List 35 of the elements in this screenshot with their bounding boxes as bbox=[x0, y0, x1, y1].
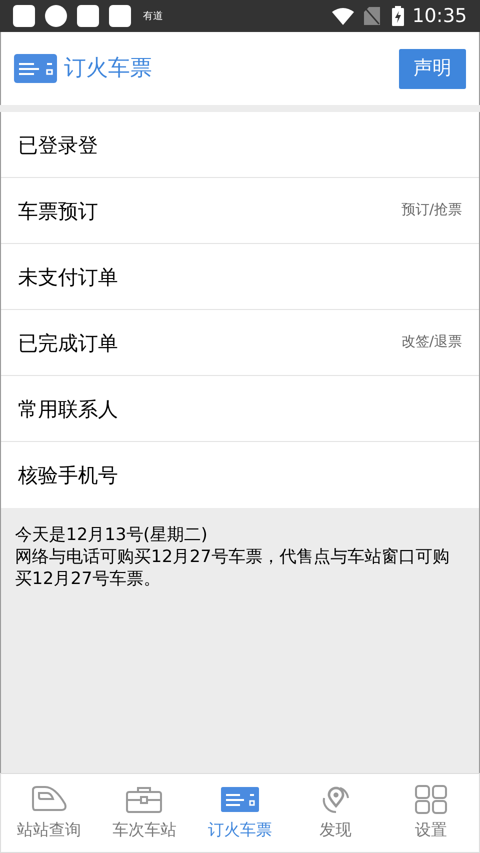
menu-item[interactable]: 车票预订 预订/抢票 bbox=[1, 178, 479, 244]
menu-item[interactable]: 已登录登 bbox=[1, 112, 479, 178]
date-notice: 今天是12月13号(星期二) bbox=[15, 524, 209, 546]
menu-item[interactable]: 已完成订单 改签/退票 bbox=[1, 310, 479, 376]
menu-label: 常用联系人 bbox=[18, 396, 119, 422]
wifi-icon bbox=[332, 8, 354, 24]
nav-tab[interactable]: 订火车票 bbox=[192, 774, 288, 852]
menu-label: 未支付订单 bbox=[18, 264, 119, 290]
ticket-icon bbox=[220, 784, 260, 814]
menu-hint: 预订/抢票 bbox=[401, 201, 462, 220]
notification-icon bbox=[77, 5, 99, 27]
ticket-icon bbox=[14, 54, 57, 83]
menu-label: 核验手机号 bbox=[18, 462, 119, 489]
sale-notice: 网络与电话可购买12月27号车票，代售点与车站窗口可购买12月27号车票。 bbox=[15, 546, 450, 590]
menu-label: 已完成订单 bbox=[18, 330, 119, 356]
notification-icon bbox=[45, 5, 67, 27]
nav-tab[interactable]: 发现 bbox=[288, 774, 384, 852]
menu-item[interactable]: 未支付订单 bbox=[1, 244, 479, 310]
no-signal-icon bbox=[364, 7, 380, 25]
battery-charging-icon bbox=[392, 6, 404, 26]
menu-label: 已登录登 bbox=[18, 132, 99, 158]
clock: 10:35 bbox=[412, 4, 467, 29]
briefcase-icon bbox=[124, 784, 164, 814]
menu-item[interactable]: 核验手机号 bbox=[1, 442, 479, 508]
nav-tab[interactable]: 站站查询 bbox=[1, 774, 97, 852]
notification-icon bbox=[13, 5, 35, 27]
nav-tab[interactable]: 设置 bbox=[383, 774, 479, 852]
menu-hint: 改签/退票 bbox=[401, 333, 462, 352]
menu-item[interactable]: 常用联系人 bbox=[1, 376, 479, 442]
notification-icon bbox=[109, 5, 131, 27]
page-title: 订火车票 bbox=[64, 55, 152, 83]
nav-tab[interactable]: 车次车站 bbox=[96, 774, 192, 852]
app-label: 有道 bbox=[143, 10, 163, 24]
menu-label: 车票预订 bbox=[18, 198, 99, 224]
statement-button[interactable]: 声明 bbox=[399, 48, 466, 88]
